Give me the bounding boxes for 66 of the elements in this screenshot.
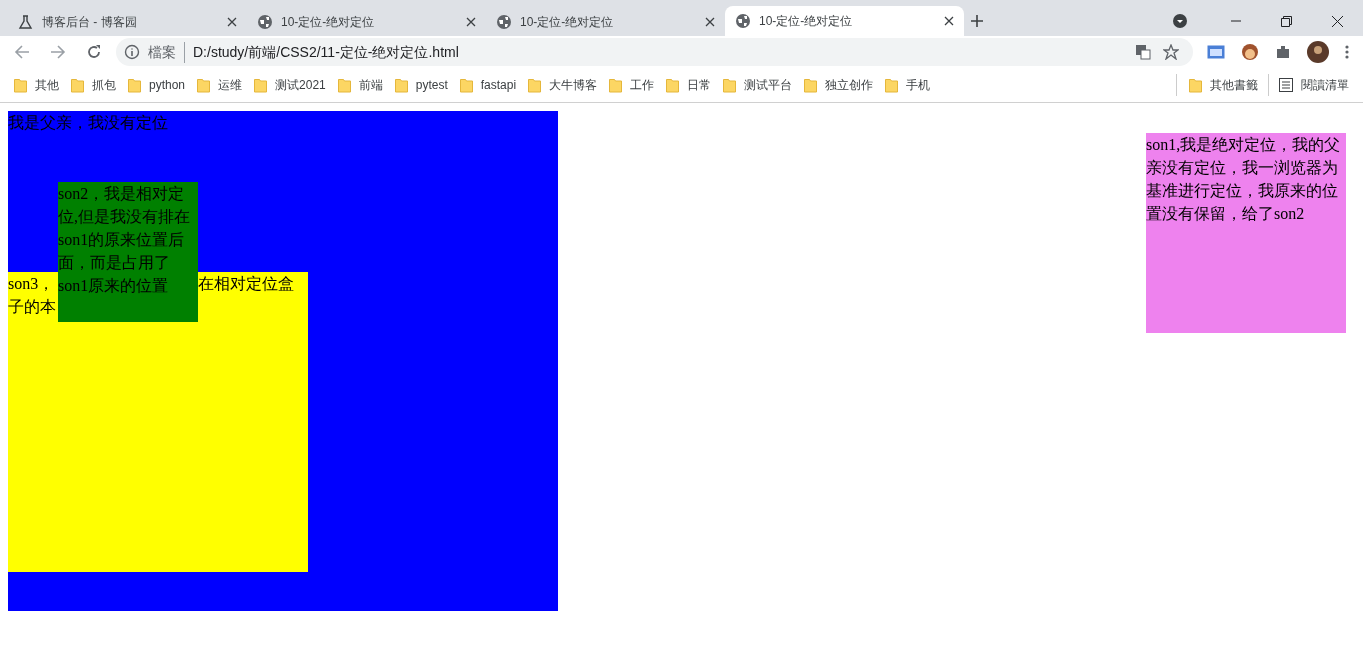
avatar-icon[interactable] [1307,41,1329,63]
browser-tab[interactable]: 10-定位-绝对定位 [725,6,964,36]
bookmark[interactable]: 独立创作 [798,74,880,96]
browser-tab[interactable]: 10-定位-绝对定位 [247,8,486,36]
dropdown-icon[interactable] [1173,14,1187,28]
close-icon[interactable] [466,17,476,27]
bookmark[interactable]: 测试平台 [717,74,799,96]
globe-icon [257,14,273,30]
list-icon [1279,78,1293,92]
reading-list[interactable]: 閱讀清單 [1268,74,1355,96]
url-text: D:/study/前端/CSS2/11-定位-绝对定位.html [193,42,459,62]
menu-icon[interactable] [1345,44,1349,60]
close-icon[interactable] [705,17,715,27]
box-text: 我是父亲，我没有定位 [8,113,169,133]
restore-icon[interactable] [1281,15,1292,27]
bookmark[interactable]: 手机 [879,74,937,96]
plus-icon[interactable] [970,14,984,28]
bookmark[interactable]: 其他 [8,74,65,96]
folder-icon [254,77,268,93]
bookmark[interactable]: 测试2021 [248,74,332,96]
flask-icon [18,14,34,30]
security-label: 檔案 [148,41,185,63]
window-icon[interactable] [1207,45,1225,59]
box-text: son2，我是相对定位,但是我没有排在son1的原来位置后面，而是占用了son1原来的位置 [58,184,191,296]
box-text: 在相对定位盒 [198,274,294,294]
box-text: son3， [8,274,56,294]
folder-icon [128,77,141,93]
globe-icon [496,14,512,30]
folder-icon [394,77,408,93]
globe-icon [735,13,751,29]
address-bar[interactable]: 檔案 D:/study/前端/CSS2/11-定位-绝对定位.html [116,38,1193,66]
info-icon [124,44,140,60]
folder-icon [885,77,899,93]
back-icon[interactable] [14,44,30,60]
close-icon[interactable] [1332,15,1343,27]
folder-icon [14,77,27,93]
folder-icon [459,77,473,93]
folder-icon [528,77,542,93]
folder-icon [71,77,84,93]
bookmark[interactable]: 日常 [660,74,718,96]
bookmark[interactable]: python [122,74,192,96]
folder-icon [337,77,351,93]
folder-icon [609,77,623,93]
translate-icon[interactable] [1135,44,1151,60]
reload-icon[interactable] [86,44,102,60]
box-text: 子的本 [8,297,57,317]
bookmark[interactable]: pytest [388,74,454,96]
bookmark[interactable]: 大牛博客 [522,74,604,96]
folder-icon [197,77,211,93]
browser-tab[interactable]: 10-定位-绝对定位 [486,8,725,36]
folder-icon [666,77,680,93]
forward-icon[interactable] [50,44,66,60]
close-icon[interactable] [944,16,954,26]
folder-icon [804,77,818,93]
browser-tab[interactable]: 博客后台 - 博客园 [8,8,247,36]
bookmark[interactable]: 抓包 [65,74,122,96]
star-icon[interactable] [1163,44,1179,60]
bookmark[interactable]: 运维 [191,74,249,96]
close-icon[interactable] [227,17,237,27]
bookmark[interactable]: 其他書籤 [1176,74,1264,96]
bookmark[interactable]: 前端 [331,74,389,96]
folder-icon [1189,77,1202,93]
folder-icon [723,77,737,93]
bookmark[interactable]: 工作 [603,74,661,96]
bookmark[interactable]: fastapi [453,74,523,96]
box-text: son1,我是绝对定位，我的父亲没有定位，我一浏览器为基准进行定位，我原来的位置没有保留，给了son2 [1146,135,1342,224]
